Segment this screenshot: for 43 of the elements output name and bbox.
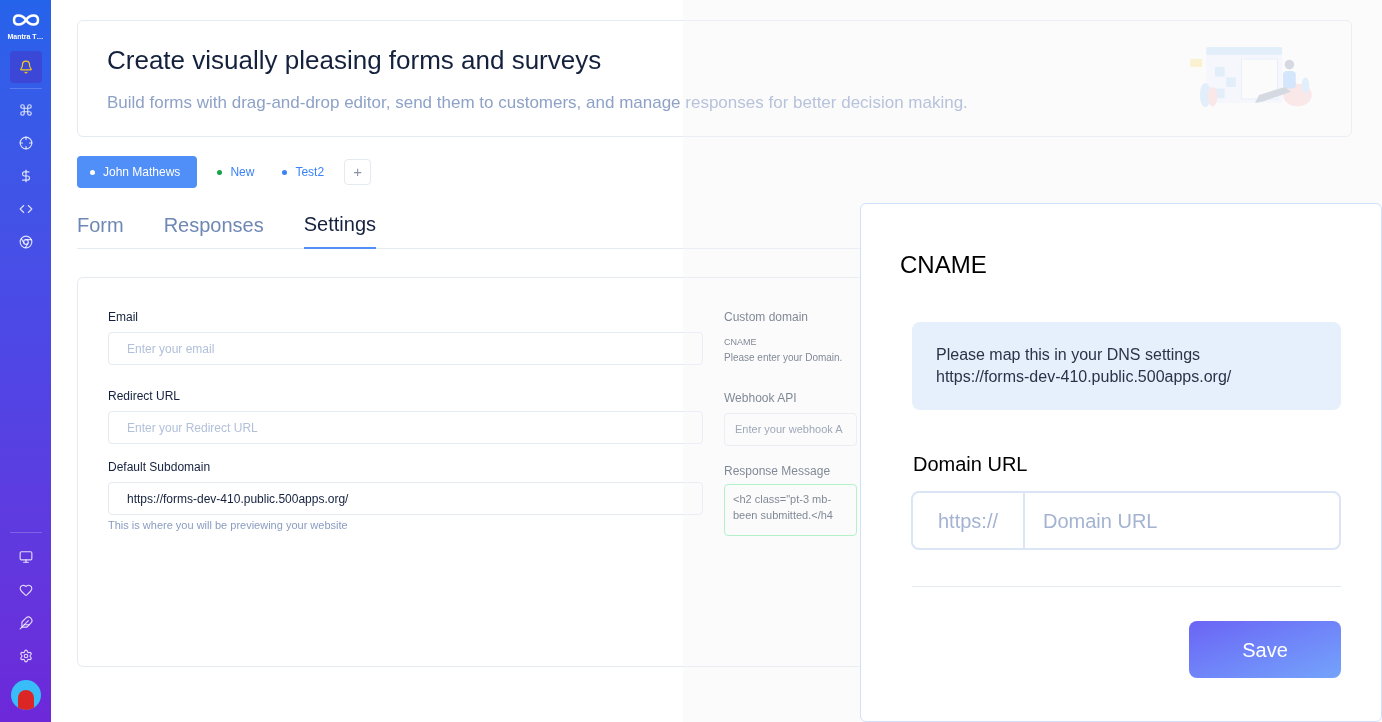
infinity-logo-icon xyxy=(10,12,41,28)
field-text: Please enter your Domain. xyxy=(724,350,843,365)
user-avatar[interactable] xyxy=(10,680,41,710)
monitor-icon xyxy=(18,550,33,564)
field-label: Webhook API xyxy=(724,389,797,407)
form-chip[interactable]: John Mathews xyxy=(77,156,198,188)
field-label: CNAME xyxy=(724,336,757,349)
field-label: Response Message xyxy=(724,462,831,480)
bell-icon xyxy=(18,59,33,74)
url-prefix: https:// xyxy=(913,493,1025,548)
banner-title: Create visually pleasing forms and surveys xyxy=(107,44,603,78)
banner-subtitle: Build forms with drag-and-drop editor, send them to customers, and manage responses for better decision making. xyxy=(107,92,968,115)
input-field[interactable]: Enter your email xyxy=(108,332,703,365)
field-label: Domain URL xyxy=(913,452,1029,477)
add-form-button[interactable]: + xyxy=(344,159,372,185)
field-label: Default Subdomain xyxy=(108,459,212,476)
input-field[interactable]: Enter your Redirect URL xyxy=(108,411,703,444)
domain-url-field[interactable]: https:// Domain URL xyxy=(911,491,1341,550)
save-button[interactable]: Save xyxy=(1189,621,1341,678)
chrome-icon xyxy=(18,234,33,249)
input-field[interactable]: https://forms-dev-410.public.500apps.org/ xyxy=(108,482,703,515)
crosshair-icon xyxy=(18,135,33,150)
domain-url-input[interactable]: Domain URL xyxy=(1025,493,1339,548)
command-icon xyxy=(18,102,33,117)
page-tab[interactable]: Responses xyxy=(163,208,264,249)
info-text: https://forms-dev-410.public.500apps.org/ xyxy=(936,367,1233,387)
form-chip[interactable]: Test2 xyxy=(274,156,333,188)
page-tab[interactable]: Settings xyxy=(303,208,376,249)
input-field[interactable]: Enter your webhook A xyxy=(724,412,857,446)
response-message-text: <h2 class="pt-3 mb- xyxy=(733,491,833,507)
settings-icon xyxy=(18,649,33,663)
response-message-text: been submitted.</h4 xyxy=(733,508,834,523)
form-chip[interactable]: New xyxy=(209,156,263,188)
field-hint: This is where you will be previewing your website xyxy=(108,518,349,533)
dialog-title: CNAME xyxy=(900,250,988,280)
sidebar-item[interactable] xyxy=(9,50,42,83)
field-label: Custom domain xyxy=(724,309,809,326)
page-tab[interactable]: Form xyxy=(77,208,124,249)
field-label: Redirect URL xyxy=(108,388,182,405)
info-text: Please map this in your DNS settings xyxy=(936,345,1202,365)
feather-icon xyxy=(18,616,33,630)
field-label: Email xyxy=(108,309,139,326)
heart-icon xyxy=(18,583,33,597)
